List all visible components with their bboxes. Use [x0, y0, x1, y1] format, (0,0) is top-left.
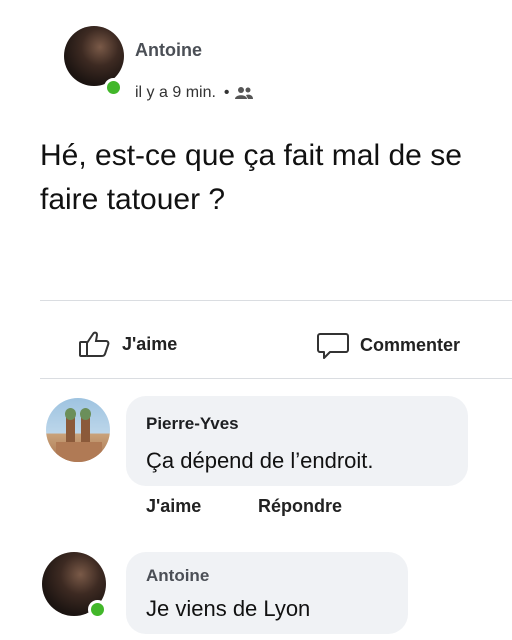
- comment-text: Ça dépend de l’endroit.: [146, 448, 374, 473]
- reply-author-avatar[interactable]: [42, 552, 107, 619]
- post-author-avatar[interactable]: [64, 26, 124, 97]
- comment-label: Commenter: [360, 334, 461, 355]
- post-timestamp[interactable]: il y a 9 min.: [135, 84, 216, 102]
- friends-icon[interactable]: [234, 86, 254, 100]
- commenter-avatar[interactable]: [46, 398, 110, 462]
- post-divider-bottom: [40, 378, 512, 379]
- online-status-icon: [88, 600, 107, 619]
- thumbs-up-icon: [78, 330, 112, 358]
- comment-icon: [316, 330, 350, 360]
- meta-separator: •: [223, 84, 230, 101]
- post-divider-top: [40, 300, 512, 301]
- church-towers-icon: [56, 408, 102, 462]
- like-button[interactable]: J'aime: [78, 330, 177, 358]
- comment-reply-button[interactable]: Répondre: [258, 496, 342, 517]
- post-meta: il y a 9 min. •: [135, 84, 254, 102]
- reply-author-name[interactable]: Antoine: [146, 566, 209, 586]
- online-status-icon: [104, 78, 123, 97]
- comment-author-name[interactable]: Pierre-Yves: [146, 414, 239, 434]
- comment-button[interactable]: Commenter: [316, 330, 460, 360]
- post-author-name[interactable]: Antoine: [135, 40, 202, 61]
- like-label: J'aime: [122, 333, 178, 354]
- reply-text: Je viens de Lyon: [146, 596, 311, 621]
- comment-like-button[interactable]: J'aime: [146, 496, 201, 517]
- post-text: Hé, est-ce que ça fait mal de se faire t…: [40, 139, 462, 216]
